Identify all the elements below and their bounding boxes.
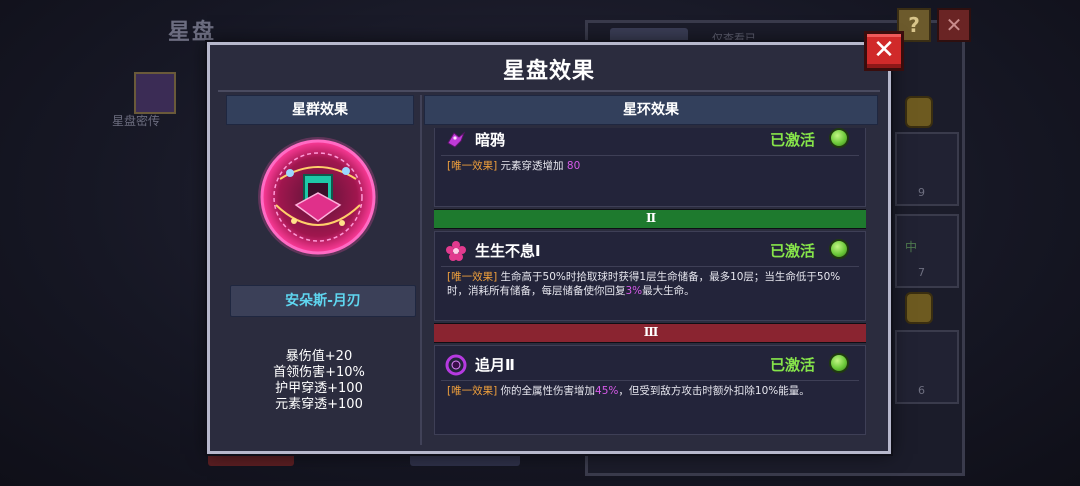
effect-status: 已激活 [769,131,815,149]
tier-3-divider: Ⅲ [434,323,866,343]
background-side-label: 星盘密传 [112,114,161,128]
constellation-stats: 暴伤值+20 首领伤害+10% 护甲穿透+100 元素穿透+100 [220,349,418,413]
stat-line: 首领伤害+10% [273,365,365,380]
ring-effects-panel: 星环效果 暗鸦 已激活 [唯一效果] 元素穿透增加 80 Ⅱ 生生不息Ⅰ 已激活… [424,95,880,445]
background-coin-icon [905,292,933,324]
effect-header: 暗鸦 已激活 [445,128,851,153]
close-icon: ✕ [873,35,895,65]
background-bottom-button [410,452,520,466]
constellation-effects-panel: 星群效果 安朵斯-月刃 暴伤值+20 首领伤害+10% 护甲穿透+100 元素穿… [220,95,418,443]
hero-name-plate: 安朵斯-月刃 [230,285,416,317]
effect-status: 已激活 [769,242,815,260]
dialog-title: 星盘效果 [502,59,595,84]
background-coin-icon [905,96,933,128]
raven-icon [447,131,466,148]
effect-desc-text: 元素穿透增加 [500,160,567,172]
background-bottom-button [208,452,294,466]
flower-icon [446,241,466,261]
effect-card: 生生不息Ⅰ 已激活 [唯一效果] 生命高于50%时拾取球时获得1层生命储备，最多… [434,231,866,321]
active-indicator-icon [829,128,849,148]
background-item-card [895,132,959,206]
effect-desc-text: ，但受到敌方攻击时额外扣除10%能量。 [618,385,810,397]
close-button[interactable]: ✕ [864,31,904,71]
constellation-effects-header: 星群效果 [226,95,414,125]
effect-desc-highlight: 3% [625,285,643,297]
effect-name: 生生不息Ⅰ [475,242,541,260]
ring-effects-list[interactable]: 暗鸦 已激活 [唯一效果] 元素穿透增加 80 Ⅱ 生生不息Ⅰ 已激活 [唯一效… [434,128,866,443]
effect-name: 暗鸦 [475,131,506,149]
active-indicator-icon [829,239,849,259]
star-chart-effects-dialog: 星盘效果 ✕ 星群效果 安朵斯-月刃 暴伤值+20 首领伤害+10% 护甲穿透+… [207,31,904,454]
background-card-count: 7 [918,266,925,279]
star-chart-icon [134,72,176,114]
active-indicator-icon [829,353,849,373]
effect-card: 暗鸦 已激活 [唯一效果] 元素穿透增加 80 [434,128,866,207]
effect-card: 追月Ⅱ 已激活 [唯一效果] 你的全属性伤害增加45%，但受到敌方攻击时额外扣除… [434,345,866,435]
column-divider [420,95,422,445]
effect-description: [唯一效果] 生命高于50%时拾取球时获得1层生命储备，最多10层；当生命低于5… [447,270,855,298]
card-divider [441,266,859,267]
background-card-text: 中 [905,240,918,254]
card-divider [441,155,859,156]
title-divider [218,90,880,92]
effect-name: 追月Ⅱ [475,356,515,374]
effect-desc-text: 最大生命。 [642,285,695,297]
effect-desc-highlight: 45% [595,385,619,397]
effect-description: [唯一效果] 元素穿透增加 80 [447,159,855,173]
constellation-emblem-icon [258,137,378,257]
moon-ring-icon [445,354,467,376]
effect-desc-highlight: 80 [566,160,581,172]
effect-tag: [唯一效果] [447,160,498,172]
effect-tag: [唯一效果] [447,385,498,397]
effect-status: 已激活 [769,356,815,374]
background-card-count: 6 [918,384,925,397]
ring-effects-header: 星环效果 [424,95,878,125]
effect-header: 生生不息Ⅰ 已激活 [445,238,851,264]
background-card-count: 9 [918,186,925,199]
background-close-icon: ✕ [937,8,971,42]
effect-description: [唯一效果] 你的全属性伤害增加45%，但受到敌方攻击时额外扣除10%能量。 [447,384,855,398]
effect-tag: [唯一效果] [447,271,498,283]
stat-line: 元素穿透+100 [275,397,363,412]
stat-line: 暴伤值+20 [285,349,353,364]
tier-2-divider: Ⅱ [434,209,866,229]
effect-desc-text: 你的全属性伤害增加 [500,385,596,397]
stat-line: 护甲穿透+100 [275,381,363,396]
card-divider [441,380,859,381]
background-item-card [895,330,959,404]
effect-header: 追月Ⅱ 已激活 [445,352,851,378]
